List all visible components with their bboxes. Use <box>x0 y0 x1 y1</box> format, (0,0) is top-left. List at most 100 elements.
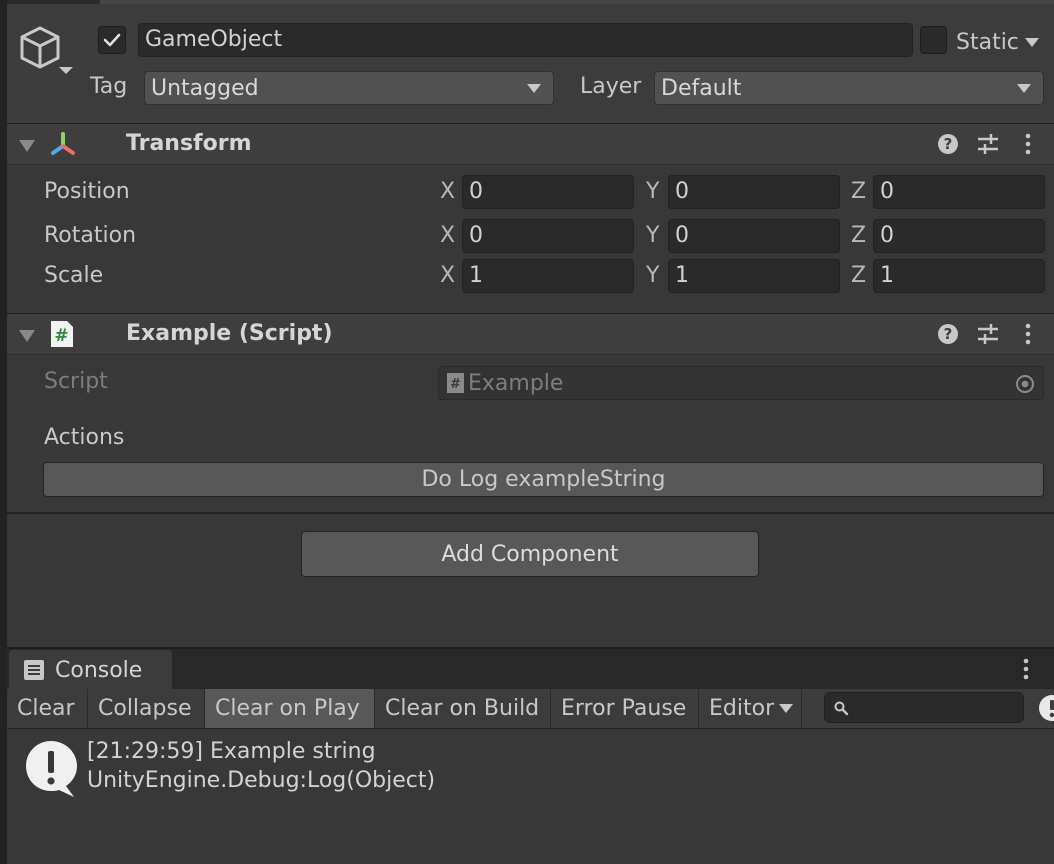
info-log-icon <box>24 739 80 799</box>
scale-x-value: 1 <box>469 263 483 288</box>
rotation-y-value: 0 <box>675 223 689 248</box>
static-checkbox[interactable] <box>920 26 947 54</box>
scale-y-value: 1 <box>675 263 689 288</box>
add-component-label: Add Component <box>441 541 619 567</box>
checkmark-icon <box>103 33 121 47</box>
chevron-down-icon <box>779 704 794 713</box>
log-message: [21:29:59] Example string <box>87 739 376 764</box>
script-object-field[interactable]: # Example <box>438 366 1044 400</box>
script-component-title: Example (Script) <box>126 321 333 346</box>
transform-axes-icon <box>48 130 78 160</box>
clear-on-play-toggle[interactable]: Clear on Play <box>205 689 375 728</box>
do-log-button-label: Do Log exampleString <box>421 467 666 492</box>
axis-z-label[interactable]: Z <box>851 263 866 288</box>
script-field-label: Script <box>44 369 108 394</box>
position-x-value: 0 <box>469 179 483 204</box>
kebab-menu-icon[interactable] <box>1022 132 1034 156</box>
clear-button[interactable]: Clear <box>7 689 88 728</box>
clear-on-play-label: Clear on Play <box>215 696 360 721</box>
tag-dropdown[interactable]: Untagged <box>144 71 554 105</box>
scale-label: Scale <box>44 263 104 288</box>
scale-x-input[interactable]: 1 <box>462 259 634 293</box>
axis-z-label[interactable]: Z <box>851 179 866 204</box>
scale-y-input[interactable]: 1 <box>668 259 840 293</box>
editor-dropdown[interactable]: Editor <box>699 689 802 728</box>
axis-y-label[interactable]: Y <box>646 263 659 288</box>
error-pause-toggle[interactable]: Error Pause <box>551 689 699 728</box>
clear-on-build-label: Clear on Build <box>385 696 540 721</box>
cs-script-icon: # <box>447 373 464 393</box>
log-stacktrace: UnityEngine.Debug:Log(Object) <box>87 768 436 793</box>
error-pause-label: Error Pause <box>561 696 687 721</box>
rotation-x-value: 0 <box>469 223 483 248</box>
svg-text:#: # <box>450 377 461 392</box>
foldout-arrow-icon[interactable] <box>19 140 35 152</box>
console-search-input[interactable] <box>824 692 1024 723</box>
sliders-icon[interactable] <box>976 322 1000 346</box>
tag-label: Tag <box>90 74 128 99</box>
tag-value: Untagged <box>151 75 259 101</box>
svg-text:?: ? <box>944 325 953 343</box>
static-dropdown[interactable]: Static <box>956 27 1039 57</box>
rotation-z-input[interactable]: 0 <box>873 219 1045 253</box>
position-label: Position <box>44 179 130 204</box>
console-tab-label: Console <box>55 657 143 683</box>
clear-label: Clear <box>17 696 75 721</box>
axis-x-label[interactable]: X <box>440 263 455 288</box>
log-entry[interactable]: [21:29:59] Example string UnityEngine.De… <box>87 737 987 799</box>
scale-z-input[interactable]: 1 <box>873 259 1045 293</box>
collapse-label: Collapse <box>98 696 192 721</box>
transform-title: Transform <box>126 131 252 156</box>
static-label: Static <box>956 29 1019 55</box>
position-x-input[interactable]: 0 <box>462 175 634 209</box>
foldout-arrow-icon[interactable] <box>19 330 35 342</box>
layer-dropdown[interactable]: Default <box>654 71 1044 105</box>
actions-label: Actions <box>44 425 125 450</box>
rotation-x-input[interactable]: 0 <box>462 219 634 253</box>
axis-y-label[interactable]: Y <box>646 179 659 204</box>
cs-script-icon: # <box>49 320 75 348</box>
help-icon[interactable]: ? <box>937 323 959 345</box>
chevron-down-icon <box>527 84 541 93</box>
gameobject-name-input[interactable]: GameObject <box>138 23 913 57</box>
cube-icon[interactable] <box>18 24 74 78</box>
rotation-label: Rotation <box>44 223 137 248</box>
chevron-down-icon <box>1024 37 1039 47</box>
rotation-z-value: 0 <box>880 223 894 248</box>
add-component-button[interactable]: Add Component <box>301 531 759 577</box>
section-divider <box>7 512 1054 514</box>
kebab-menu-icon[interactable] <box>1022 322 1034 346</box>
rotation-y-input[interactable]: 0 <box>668 219 840 253</box>
help-icon[interactable]: ? <box>937 133 959 155</box>
chevron-down-icon <box>1017 84 1031 93</box>
kebab-menu-icon[interactable] <box>1020 657 1032 681</box>
position-z-input[interactable]: 0 <box>873 175 1045 209</box>
position-z-value: 0 <box>880 179 894 204</box>
axis-z-label[interactable]: Z <box>851 223 866 248</box>
svg-text:#: # <box>54 326 68 346</box>
console-icon <box>23 659 45 681</box>
window-left-edge <box>0 0 7 864</box>
do-log-button[interactable]: Do Log exampleString <box>43 462 1044 497</box>
axis-x-label[interactable]: X <box>440 179 455 204</box>
active-checkbox[interactable] <box>98 26 126 54</box>
position-y-value: 0 <box>675 179 689 204</box>
layer-label: Layer <box>580 74 642 99</box>
script-field-value: Example <box>468 370 564 396</box>
info-count-icon[interactable] <box>1038 694 1054 722</box>
gameobject-name-value: GameObject <box>145 27 283 52</box>
editor-label: Editor <box>709 696 775 721</box>
object-picker-icon[interactable] <box>1015 374 1035 394</box>
position-y-input[interactable]: 0 <box>668 175 840 209</box>
search-icon <box>833 700 849 716</box>
clear-on-build-toggle[interactable]: Clear on Build <box>375 689 551 728</box>
gameobject-header <box>7 4 1054 123</box>
tab-console[interactable]: Console <box>9 650 172 690</box>
sliders-icon[interactable] <box>976 132 1000 156</box>
axis-x-label[interactable]: X <box>440 223 455 248</box>
svg-text:?: ? <box>944 135 953 153</box>
scale-z-value: 1 <box>880 263 894 288</box>
collapse-toggle[interactable]: Collapse <box>88 689 205 728</box>
axis-y-label[interactable]: Y <box>646 223 659 248</box>
layer-value: Default <box>661 75 742 101</box>
